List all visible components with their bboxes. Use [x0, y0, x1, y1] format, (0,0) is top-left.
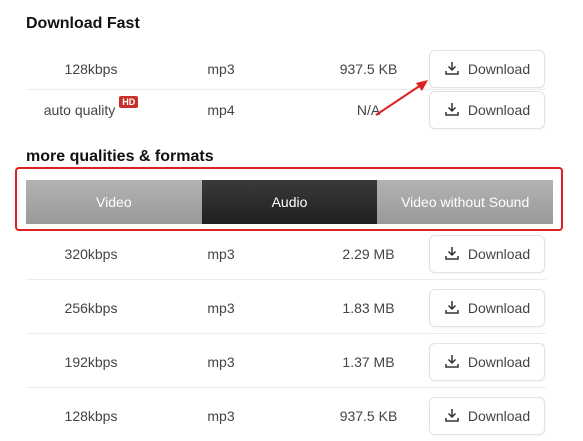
format-label: mp3 — [207, 354, 235, 370]
format-label: mp4 — [207, 102, 235, 118]
download-button[interactable]: Download — [429, 343, 545, 381]
format-label: mp3 — [207, 300, 235, 316]
download-button-label: Download — [467, 102, 531, 118]
audio-row-4: 128kbps mp3 937.5 KB Download — [26, 397, 546, 435]
format-label: mp3 — [207, 408, 235, 424]
download-icon — [444, 299, 460, 318]
download-icon — [444, 101, 460, 120]
download-icon — [444, 245, 460, 264]
quality-label: auto quality HD — [26, 96, 156, 118]
format-label: mp3 — [207, 61, 235, 77]
download-button-label: Download — [467, 61, 531, 77]
red-arrow-annotation — [375, 80, 428, 116]
tab-video[interactable]: Video — [26, 180, 202, 224]
quality-label: 256kbps — [64, 300, 118, 316]
format-tabs: Video Audio Video without Sound — [26, 180, 554, 224]
more-qualities-title: more qualities & formats — [26, 148, 214, 165]
audio-row-3: 192kbps mp3 1.37 MB Download — [26, 343, 546, 381]
quality-label: 128kbps — [64, 408, 118, 424]
download-button[interactable]: Download — [429, 50, 545, 88]
download-button-label: Download — [467, 246, 531, 262]
download-button[interactable]: Download — [429, 235, 545, 273]
hd-badge: HD — [119, 96, 139, 108]
download-icon — [444, 353, 460, 372]
quality-label: 192kbps — [64, 354, 118, 370]
quality-label: 128kbps — [64, 61, 118, 77]
size-label: 1.83 MB — [342, 300, 395, 316]
tab-audio[interactable]: Audio — [201, 180, 378, 224]
format-label: mp3 — [207, 246, 235, 262]
size-label: 2.29 MB — [342, 246, 395, 262]
download-button[interactable]: Download — [429, 91, 545, 129]
row-divider — [26, 387, 546, 388]
download-button[interactable]: Download — [429, 397, 545, 435]
tab-video-without-sound[interactable]: Video without Sound — [377, 180, 554, 224]
row-divider — [26, 89, 546, 90]
size-label: 1.37 MB — [342, 354, 395, 370]
audio-row-2: 256kbps mp3 1.83 MB Download — [26, 289, 546, 327]
download-button[interactable]: Download — [429, 289, 545, 327]
download-icon — [444, 407, 460, 426]
download-button-label: Download — [467, 300, 531, 316]
download-fast-title: Download Fast — [26, 15, 140, 32]
row-divider — [26, 333, 546, 334]
quality-label: 320kbps — [64, 246, 118, 262]
download-button-label: Download — [467, 354, 531, 370]
download-button-label: Download — [467, 408, 531, 424]
download-icon — [444, 60, 460, 79]
fast-row-1: 128kbps mp3 937.5 KB Download — [26, 50, 546, 88]
size-label: 937.5 KB — [339, 408, 398, 424]
fast-row-2: auto quality HD mp4 N/A Download — [26, 91, 546, 129]
audio-row-1: 320kbps mp3 2.29 MB Download — [26, 235, 546, 273]
row-divider — [26, 279, 546, 280]
